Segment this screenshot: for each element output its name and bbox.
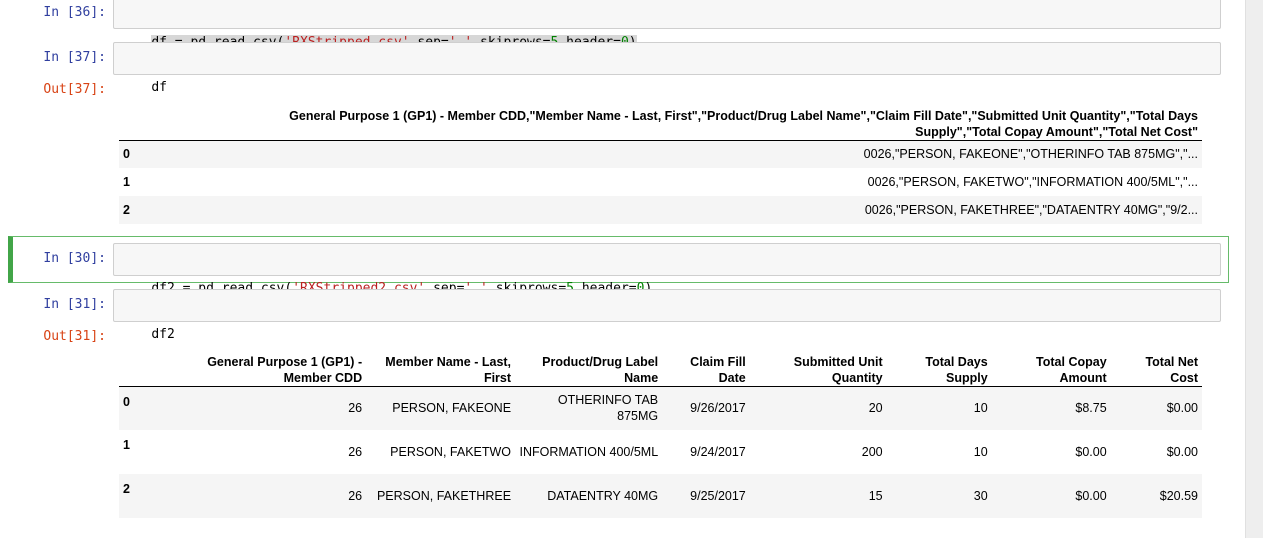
cell-36-in-prompt: In [36]:: [43, 5, 106, 20]
cell-value: 9/26/2017: [690, 401, 746, 416]
cell-value: 26: [348, 489, 363, 503]
row-index: 0: [123, 147, 130, 162]
cell-value: PERSON, FAKETWO: [390, 445, 512, 459]
cell-value: PERSON, FAKEONE: [392, 401, 512, 416]
cell-value: $0.00: [1166, 401, 1198, 416]
code-token: df: [151, 80, 167, 95]
cell-31-out-prompt: Out[31]:: [43, 329, 106, 344]
cell-value: 200: [861, 445, 883, 459]
cell-30-code-input[interactable]: df2 = pd.read_csv('RXStripped2.csv',sep=…: [113, 243, 1221, 296]
cell-30-in-prompt: In [30]:: [43, 251, 106, 266]
cell-value: 0026,"PERSON, FAKETWO","INFORMATION 400/…: [867, 175, 1198, 189]
table-row: 2 0026,"PERSON, FAKETHREE","DATAENTRY 40…: [119, 196, 1202, 224]
cell-value: DATAENTRY 40MG: [547, 489, 659, 503]
cell-value: $0.00: [1075, 489, 1107, 503]
cell-36-code-input[interactable]: df = pd.read_csv('RXStripped.csv',sep=',…: [113, 0, 1221, 50]
cell-value: 20: [868, 401, 883, 416]
cell-value: 0026,"PERSON, FAKETHREE","DATAENTRY 40MG…: [864, 203, 1198, 217]
cell-value: 9/24/2017: [690, 445, 746, 459]
cell-31-code: df2: [151, 327, 174, 342]
row-index: 2: [123, 203, 130, 217]
column-header: Total Copay Amount: [991, 346, 1111, 387]
table-row: 2 26 PERSON, FAKETHREE DATAENTRY 40MG 9/25/2…: [119, 474, 1202, 518]
table-row: 0 0026,"PERSON, FAKEONE","OTHERINFO TAB …: [119, 140, 1202, 168]
df2-output-table: General Purpose 1 (GP1) - Member CDD Mem…: [119, 346, 1202, 518]
code-token: df2: [151, 327, 175, 342]
index-header: [119, 346, 183, 387]
cell-value: 30: [973, 489, 988, 503]
right-scroll-strip[interactable]: [1245, 0, 1263, 538]
df2-table-body: 0 26 PERSON, FAKEONE OTHERINFO TAB 875MG 9/2…: [119, 386, 1202, 518]
index-header: [119, 100, 141, 141]
cell-value: $0.00: [1166, 445, 1198, 459]
cell-value: 10: [973, 445, 988, 459]
cell-value: 26: [348, 445, 363, 459]
cell-37-code-input[interactable]: df: [113, 42, 1221, 95]
cell-value: 15: [868, 489, 883, 503]
cell-value: $20.59: [1159, 489, 1198, 503]
table-row: 1 26 PERSON, FAKETWO INFORMATION 400/5ML 9/2…: [119, 430, 1202, 474]
cell-31-code-input[interactable]: df2: [113, 289, 1221, 342]
cell-value: 0026,"PERSON, FAKEONE","OTHERINFO TAB 87…: [863, 147, 1198, 162]
table-row: 0 26 PERSON, FAKEONE OTHERINFO TAB 875MG 9/2…: [119, 386, 1202, 430]
cell-value: 9/25/2017: [690, 489, 746, 503]
cell-37-in-prompt: In [37]:: [43, 50, 106, 65]
column-header: General Purpose 1 (GP1) - Member CDD: [182, 346, 367, 387]
column-header: Total Days Supply: [886, 346, 992, 387]
column-header: Claim Fill Date: [662, 346, 750, 387]
cell-31-in-prompt: In [31]:: [43, 297, 106, 312]
column-header: Total Net Cost: [1110, 346, 1202, 387]
notebook: In [36]: df = pd.read_csv('RXStripped.cs…: [0, 0, 1245, 538]
column-header: Submitted Unit Quantity: [749, 346, 887, 387]
cell-37-out-prompt: Out[37]:: [43, 82, 106, 97]
cell-value: OTHERINFO TAB 875MG: [557, 393, 659, 424]
cell-value: 26: [348, 401, 363, 416]
row-index: 1: [123, 438, 130, 452]
column-header: Member Name - Last, First: [366, 346, 516, 387]
row-index: 2: [123, 482, 130, 496]
cell-value: 10: [973, 401, 988, 416]
df-output-table: General Purpose 1 (GP1) - Member CDD,"Me…: [119, 100, 1202, 224]
cell-value: PERSON, FAKETHREE: [376, 489, 512, 503]
column-header: Product/Drug Label Name: [515, 346, 663, 387]
cell-value: $0.00: [1075, 445, 1107, 459]
row-index: 0: [123, 394, 130, 409]
cell-value: $8.75: [1075, 401, 1107, 416]
row-index: 1: [123, 175, 130, 189]
column-header: General Purpose 1 (GP1) - Member CDD,"Me…: [141, 100, 1202, 141]
table-row: 1 0026,"PERSON, FAKETWO","INFORMATION 40…: [119, 168, 1202, 196]
cell-value: INFORMATION 400/5ML: [519, 445, 659, 459]
cell-37-code: df: [151, 80, 167, 95]
